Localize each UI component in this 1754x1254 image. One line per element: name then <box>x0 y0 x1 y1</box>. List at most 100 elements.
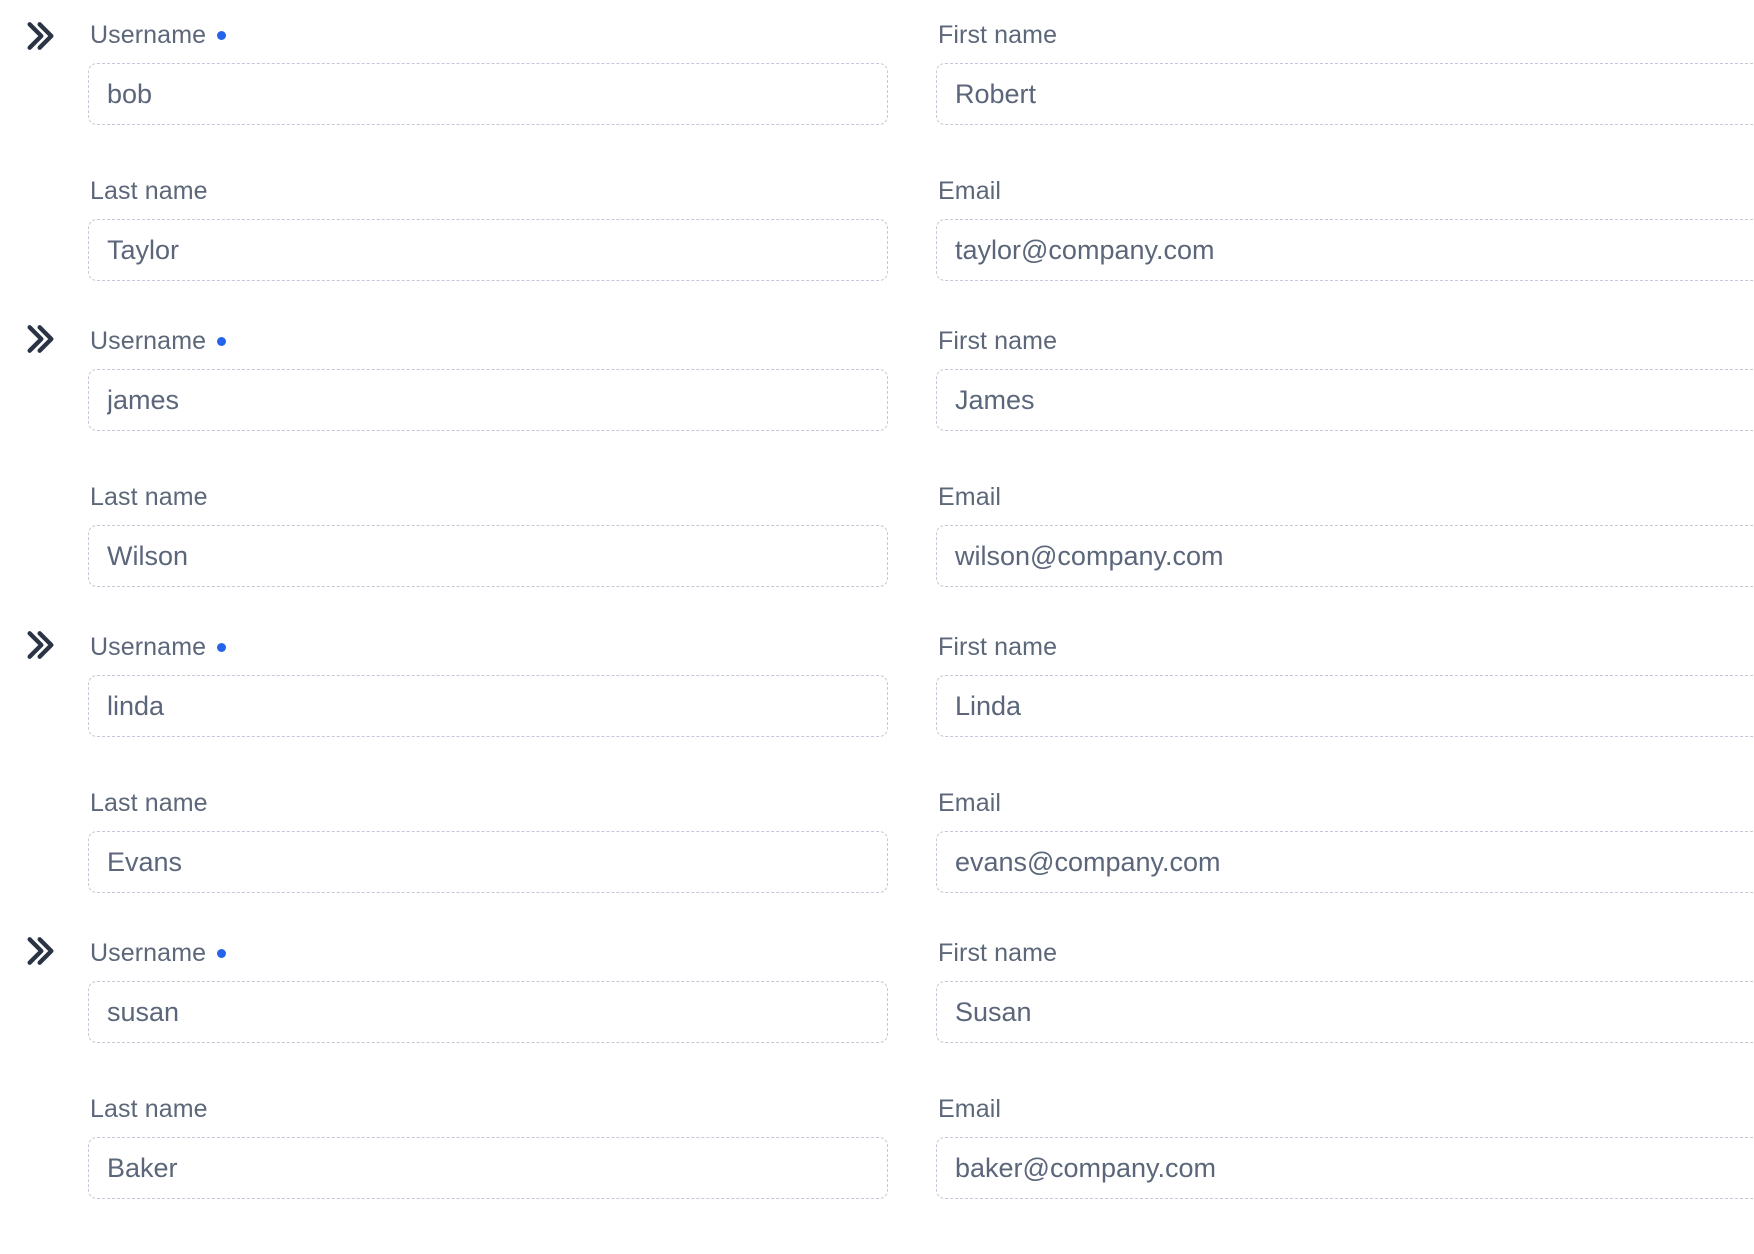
field-label-email: Email <box>938 482 1754 512</box>
label-text: Email <box>938 177 1002 205</box>
first-name-value: Susan <box>955 997 1032 1027</box>
expand-record-button[interactable] <box>18 317 62 361</box>
field-label-email: Email <box>938 176 1754 206</box>
label-text: Username <box>90 327 207 355</box>
record-row: Username susan First name Susan Last nam… <box>0 893 1754 1199</box>
expand-record-button[interactable] <box>18 14 62 58</box>
expand-record-button[interactable] <box>18 929 62 973</box>
user-records-form: Username bob First name Robert Last name <box>0 0 1754 1254</box>
label-text: Last name <box>90 177 208 205</box>
label-text: Email <box>938 483 1002 511</box>
last-name-value: Taylor <box>107 235 180 265</box>
email-value: baker@company.com <box>955 1153 1217 1183</box>
last-name-input[interactable]: Taylor <box>88 219 888 281</box>
label-text: First name <box>938 21 1058 49</box>
username-value: bob <box>107 79 153 109</box>
email-value: evans@company.com <box>955 847 1221 877</box>
label-text: Username <box>90 633 207 661</box>
email-value: wilson@company.com <box>955 541 1224 571</box>
field-label-first-name: First name <box>938 20 1754 50</box>
required-indicator-dot <box>217 30 227 40</box>
label-text: Email <box>938 1095 1002 1123</box>
field-username: Username linda <box>88 632 888 737</box>
username-value: susan <box>107 997 180 1027</box>
label-text: First name <box>938 939 1058 967</box>
first-name-input[interactable]: James <box>936 369 1754 431</box>
field-username: Username susan <box>88 938 888 1043</box>
required-indicator-dot <box>217 642 227 652</box>
last-name-input[interactable]: Wilson <box>88 525 888 587</box>
email-input[interactable]: evans@company.com <box>936 831 1754 893</box>
label-text: Last name <box>90 483 208 511</box>
first-name-input[interactable]: Linda <box>936 675 1754 737</box>
required-indicator-dot <box>217 948 227 958</box>
field-label-username: Username <box>90 632 888 662</box>
field-last-name: Last name Taylor <box>88 176 888 281</box>
field-last-name: Last name Baker <box>88 1094 888 1199</box>
field-label-username: Username <box>90 326 888 356</box>
record-row: Username linda First name Linda Last nam… <box>0 587 1754 893</box>
field-first-name: First name Susan <box>936 938 1754 1043</box>
field-label-last-name: Last name <box>90 176 888 206</box>
first-name-input[interactable]: Susan <box>936 981 1754 1043</box>
field-username: Username james <box>88 326 888 431</box>
email-value: taylor@company.com <box>955 235 1215 265</box>
field-label-email: Email <box>938 788 1754 818</box>
record-row: Username james First name James Last nam… <box>0 281 1754 587</box>
record-fields: Username susan First name Susan Last nam… <box>88 938 1754 1199</box>
record-row: Username bob First name Robert Last name <box>0 0 1754 281</box>
first-name-value: Linda <box>955 691 1022 721</box>
first-name-input[interactable]: Robert <box>936 63 1754 125</box>
username-value: james <box>107 385 180 415</box>
username-input[interactable]: susan <box>88 981 888 1043</box>
last-name-input[interactable]: Evans <box>88 831 888 893</box>
last-name-value: Wilson <box>107 541 189 571</box>
label-text: First name <box>938 633 1058 661</box>
chevron-double-right-icon <box>18 931 58 971</box>
first-name-value: Robert <box>955 79 1037 109</box>
expand-record-button[interactable] <box>18 623 62 667</box>
record-fields: Username linda First name Linda Last nam… <box>88 632 1754 893</box>
field-label-username: Username <box>90 20 888 50</box>
username-input[interactable]: james <box>88 369 888 431</box>
chevron-double-right-icon <box>18 16 58 56</box>
field-email: Email wilson@company.com <box>936 482 1754 587</box>
username-value: linda <box>107 691 165 721</box>
field-label-username: Username <box>90 938 888 968</box>
label-text: Email <box>938 789 1002 817</box>
record-fields: Username james First name James Last nam… <box>88 326 1754 587</box>
label-text: Last name <box>90 1095 208 1123</box>
email-input[interactable]: baker@company.com <box>936 1137 1754 1199</box>
field-username: Username bob <box>88 20 888 125</box>
label-text: First name <box>938 327 1058 355</box>
field-label-first-name: First name <box>938 938 1754 968</box>
field-email: Email baker@company.com <box>936 1094 1754 1199</box>
field-label-last-name: Last name <box>90 1094 888 1124</box>
field-label-first-name: First name <box>938 326 1754 356</box>
email-input[interactable]: wilson@company.com <box>936 525 1754 587</box>
field-first-name: First name Linda <box>936 632 1754 737</box>
field-first-name: First name Robert <box>936 20 1754 125</box>
field-label-last-name: Last name <box>90 788 888 818</box>
username-input[interactable]: bob <box>88 63 888 125</box>
field-label-last-name: Last name <box>90 482 888 512</box>
username-input[interactable]: linda <box>88 675 888 737</box>
last-name-input[interactable]: Baker <box>88 1137 888 1199</box>
field-last-name: Last name Wilson <box>88 482 888 587</box>
first-name-value: James <box>955 385 1035 415</box>
field-label-first-name: First name <box>938 632 1754 662</box>
field-email: Email evans@company.com <box>936 788 1754 893</box>
last-name-value: Evans <box>107 847 183 877</box>
chevron-double-right-icon <box>18 319 58 359</box>
label-text: Username <box>90 21 207 49</box>
required-indicator-dot <box>217 336 227 346</box>
last-name-value: Baker <box>107 1153 178 1183</box>
field-email: Email taylor@company.com <box>936 176 1754 281</box>
record-fields: Username bob First name Robert Last name <box>88 20 1754 281</box>
email-input[interactable]: taylor@company.com <box>936 219 1754 281</box>
chevron-double-right-icon <box>18 625 58 665</box>
field-label-email: Email <box>938 1094 1754 1124</box>
label-text: Last name <box>90 789 208 817</box>
field-last-name: Last name Evans <box>88 788 888 893</box>
label-text: Username <box>90 939 207 967</box>
